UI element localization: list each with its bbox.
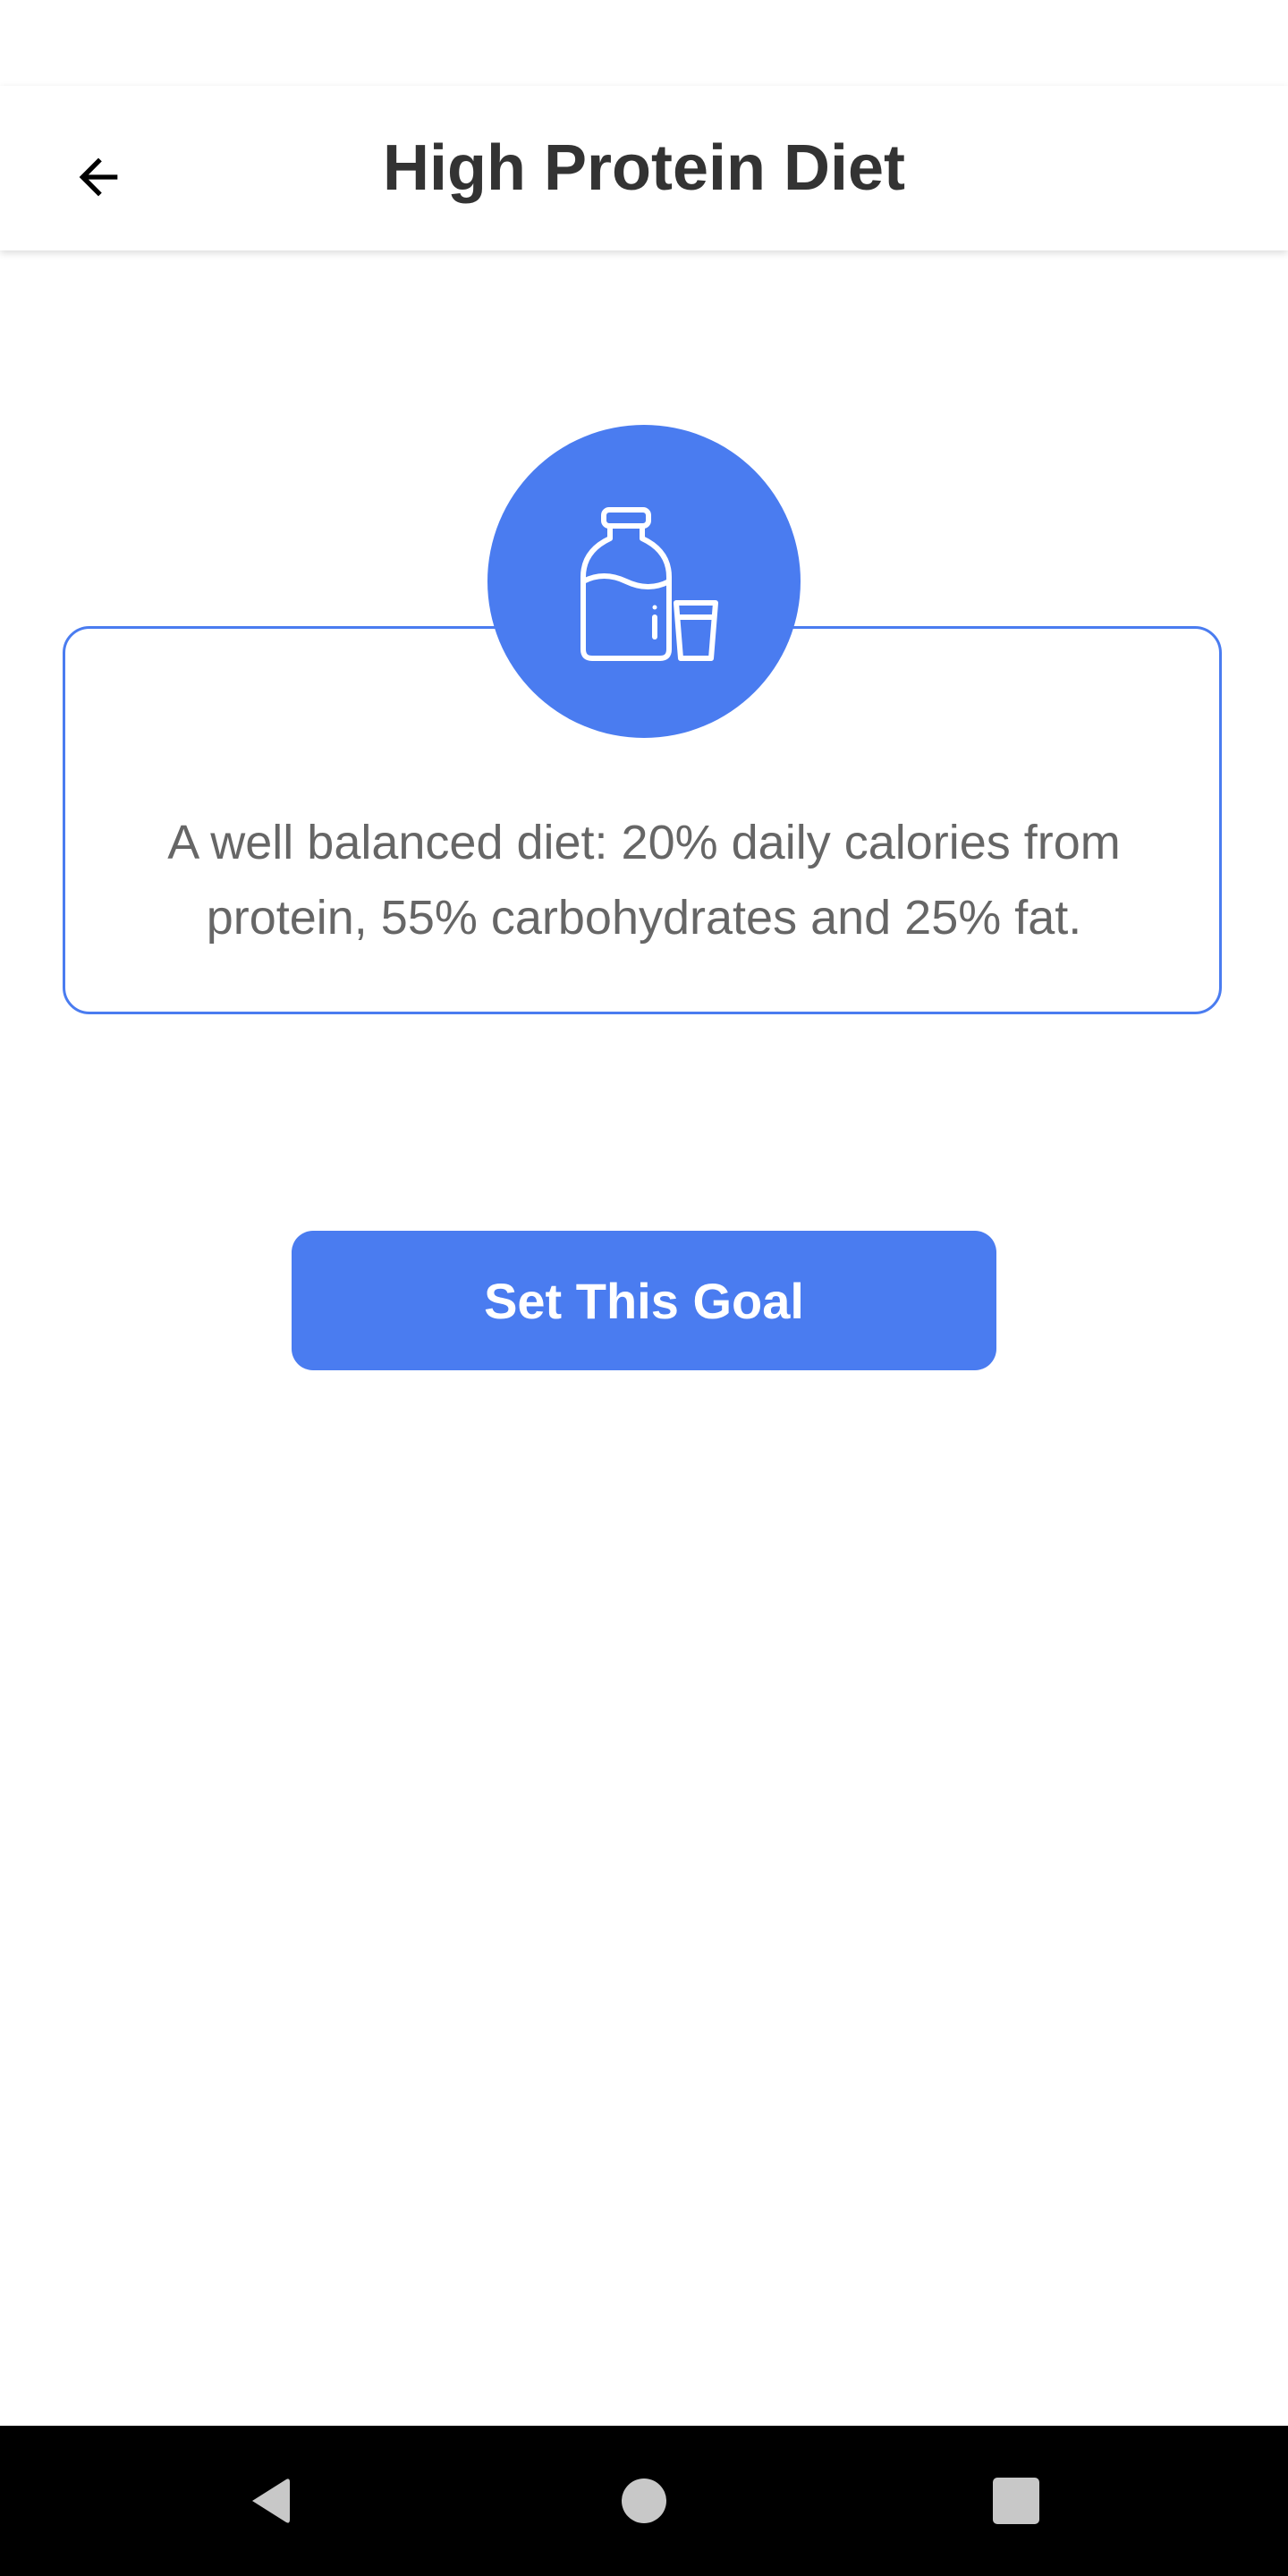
app-bar: High Protein Diet	[0, 86, 1288, 250]
milk-bottle-and-glass-icon	[580, 507, 718, 661]
arrow-left-icon	[79, 157, 118, 197]
status-bar	[0, 0, 1288, 86]
nav-recents-square-icon	[993, 2478, 1039, 2524]
nav-back-triangle-icon	[252, 2479, 290, 2523]
nav-home-circle-icon	[622, 2479, 666, 2523]
nav-home-button[interactable]	[599, 2456, 689, 2546]
back-button[interactable]	[54, 132, 143, 222]
page-title: High Protein Diet	[382, 132, 905, 204]
diet-icon-badge	[487, 425, 801, 738]
set-goal-button[interactable]: Set This Goal	[292, 1231, 996, 1370]
nav-recents-button[interactable]	[971, 2456, 1061, 2546]
diet-description: A well balanced diet: 20% daily calories…	[167, 816, 1121, 945]
system-navigation-bar	[0, 2426, 1288, 2576]
nav-back-button[interactable]	[224, 2456, 313, 2546]
